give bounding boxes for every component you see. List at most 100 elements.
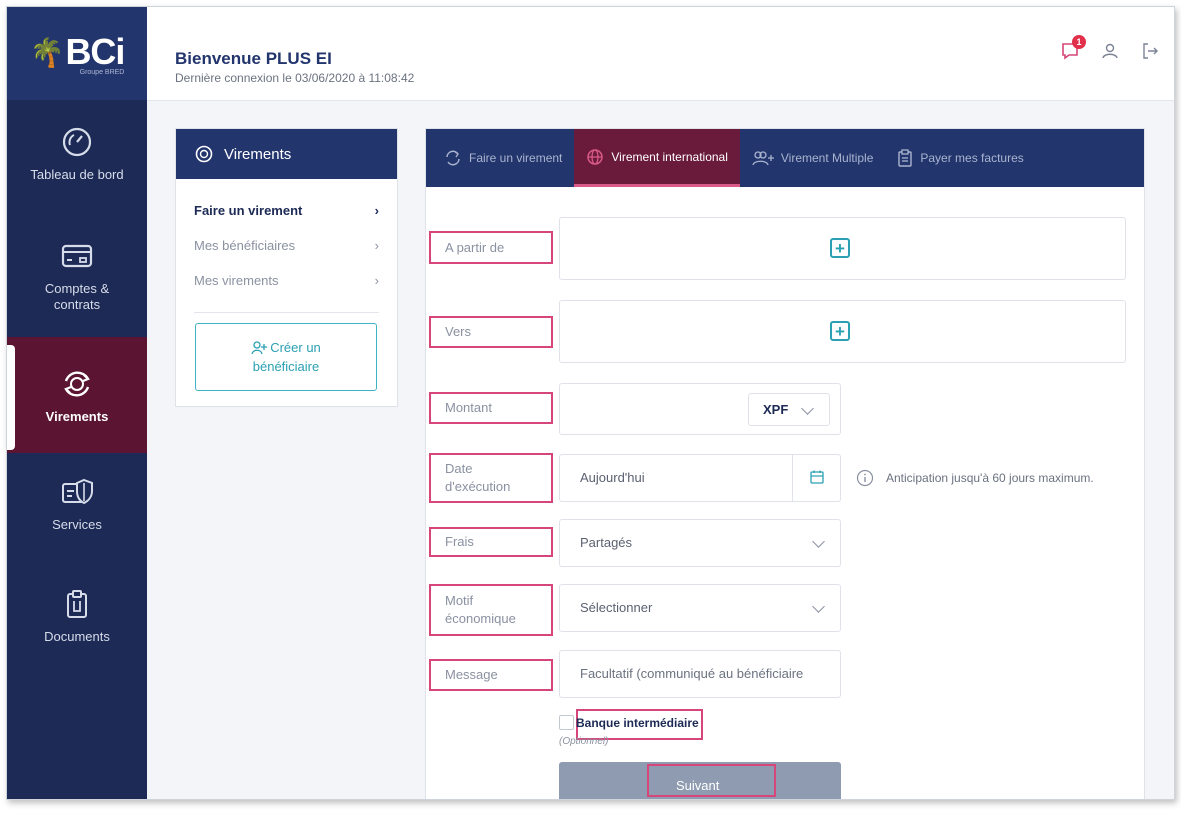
currency-value: XPF — [763, 402, 789, 417]
sidebar-item-services[interactable]: Services — [7, 475, 147, 532]
app-frame: 🌴 BCi Groupe BRED Tableau de bord Comptes… — [6, 6, 1175, 800]
from-account-selector[interactable]: + — [559, 217, 1126, 280]
to-label: Vers — [429, 316, 553, 348]
chevron-right-icon: › — [374, 273, 379, 288]
active-indicator — [7, 345, 15, 450]
amount-label: Montant — [429, 392, 553, 424]
divider — [792, 455, 793, 501]
date-label-line2: d'exécution — [445, 479, 511, 494]
tab-label: Virement Multiple — [780, 151, 874, 165]
fees-label: Frais — [429, 527, 553, 557]
menu-item-faire-un-virement[interactable]: Faire un virement › — [194, 193, 379, 228]
refresh-icon — [446, 150, 460, 166]
intermediary-bank-checkbox[interactable] — [559, 715, 574, 730]
logo[interactable]: 🌴 BCi Groupe BRED — [7, 7, 147, 100]
date-info: Anticipation jusqu'à 60 jours maximum. — [856, 469, 1094, 487]
next-button-label: Suivant — [676, 778, 720, 793]
welcome-title: Bienvenue PLUS EI — [175, 49, 332, 68]
virements-menu: Faire un virement › Mes bénéficiaires › … — [176, 179, 397, 313]
logo-subtitle: Groupe BRED — [79, 69, 125, 76]
currency-select[interactable]: XPF — [748, 393, 830, 426]
globe-icon — [587, 148, 604, 165]
shield-card-icon — [62, 478, 93, 505]
messages-button[interactable]: 1 — [1060, 35, 1086, 61]
chevron-right-icon: › — [374, 203, 379, 218]
tree-logo-icon: 🌴 — [29, 36, 65, 68]
logout-icon[interactable] — [1140, 41, 1160, 61]
execution-date-input[interactable]: Aujourd'hui — [559, 454, 841, 502]
message-placeholder: Facultatif (communiqué au bénéficiaire — [580, 666, 804, 681]
reason-value: Sélectionner — [580, 600, 653, 615]
date-value: Aujourd'hui — [580, 470, 645, 485]
notification-badge: 1 — [1072, 35, 1086, 49]
card-icon — [61, 244, 93, 268]
create-button-line2: bénéficiaire — [252, 359, 320, 374]
menu-item-label: Mes virements — [194, 273, 279, 288]
transfer-icon — [195, 145, 213, 163]
last-login-text: Dernière connexion le 03/06/2020 à 11:08… — [175, 71, 415, 85]
virements-menu-panel: Virements Faire un virement › Mes bénéfi… — [175, 128, 398, 407]
optional-text: (Optionnel) — [559, 736, 609, 747]
to-account-selector[interactable]: + — [559, 300, 1126, 363]
fees-value: Partagés — [580, 535, 633, 550]
tab-label: Payer mes factures — [920, 151, 1024, 165]
menu-item-label: Mes bénéficiaires — [194, 238, 296, 253]
message-label: Message — [429, 659, 553, 691]
tab-virement-multiple[interactable]: Virement Multiple — [740, 129, 885, 187]
tab-label: Virement international — [611, 149, 728, 164]
chevron-right-icon: › — [374, 238, 379, 253]
header: Bienvenue PLUS EI Dernière connexion le … — [147, 7, 1174, 101]
gauge-icon — [62, 127, 92, 157]
panel-title: Virements — [224, 145, 292, 163]
sidebar-item-virements[interactable]: Virements — [7, 337, 147, 453]
menu-item-mes-virements[interactable]: Mes virements › — [194, 263, 379, 298]
user-icon[interactable] — [1100, 41, 1120, 61]
economic-reason-select[interactable]: Sélectionner — [559, 584, 841, 632]
tab-virement-international[interactable]: Virement international — [574, 129, 740, 187]
amount-input[interactable]: XPF — [559, 383, 841, 435]
create-button-line1: Créer un — [270, 340, 321, 355]
clipboard-icon — [67, 590, 87, 618]
sidebar-item-documents[interactable]: Documents — [7, 587, 147, 644]
economic-reason-label: Motif économique — [429, 584, 553, 636]
calendar-icon[interactable] — [810, 470, 824, 484]
sidebar-item-tableau-de-bord[interactable]: Tableau de bord — [7, 125, 147, 182]
tab-label: Faire un virement — [469, 151, 563, 165]
reason-label-line1: Motif — [445, 593, 474, 608]
menu-item-mes-beneficiaires[interactable]: Mes bénéficiaires › — [194, 228, 379, 263]
next-button[interactable]: Suivant — [559, 762, 841, 799]
tab-faire-un-virement[interactable]: Faire un virement — [426, 129, 574, 187]
intermediary-bank-label: Banque intermédiaire — [576, 716, 699, 730]
message-input[interactable]: Facultatif (communiqué au bénéficiaire — [559, 650, 841, 698]
date-label-line1: Date — [445, 461, 473, 476]
sidebar-item-label: Virements — [45, 408, 109, 424]
logo-text: BCi — [65, 31, 125, 72]
users-add-icon — [752, 151, 774, 166]
reason-label-line2: économique — [445, 611, 516, 626]
sidebar-item-label: Comptes & contrats — [44, 281, 110, 312]
create-beneficiary-button[interactable]: Créer un bénéficiaire — [195, 323, 377, 391]
sidebar-item-comptes-contrats[interactable]: Comptes & contrats — [7, 239, 147, 313]
sidebar-item-label: Documents — [44, 629, 110, 644]
divider — [194, 312, 379, 313]
plus-icon: + — [830, 238, 850, 258]
add-user-icon — [251, 340, 268, 354]
sidebar-item-label: Services — [52, 517, 102, 532]
transfer-form-panel: Faire un virement Virement international… — [425, 128, 1145, 799]
chevron-down-icon — [801, 402, 814, 415]
sidebar-item-label: Tableau de bord — [30, 167, 124, 182]
transfer-tabs: Faire un virement Virement international… — [426, 129, 1144, 187]
from-label: A partir de — [429, 231, 553, 264]
header-icons: 1 — [1060, 35, 1160, 61]
tab-payer-mes-factures[interactable]: Payer mes factures — [885, 129, 1035, 187]
sidebar: 🌴 BCi Groupe BRED Tableau de bord Comptes… — [7, 7, 147, 799]
info-icon — [856, 469, 874, 487]
menu-item-label: Faire un virement — [194, 203, 303, 218]
fees-select[interactable]: Partagés — [559, 519, 841, 567]
virements-menu-header: Virements — [176, 129, 397, 179]
invoice-icon — [898, 149, 913, 167]
chevron-down-icon — [812, 535, 825, 548]
execution-date-label: Date d'exécution — [429, 453, 553, 503]
plus-icon: + — [830, 321, 850, 341]
chevron-down-icon — [812, 600, 825, 613]
